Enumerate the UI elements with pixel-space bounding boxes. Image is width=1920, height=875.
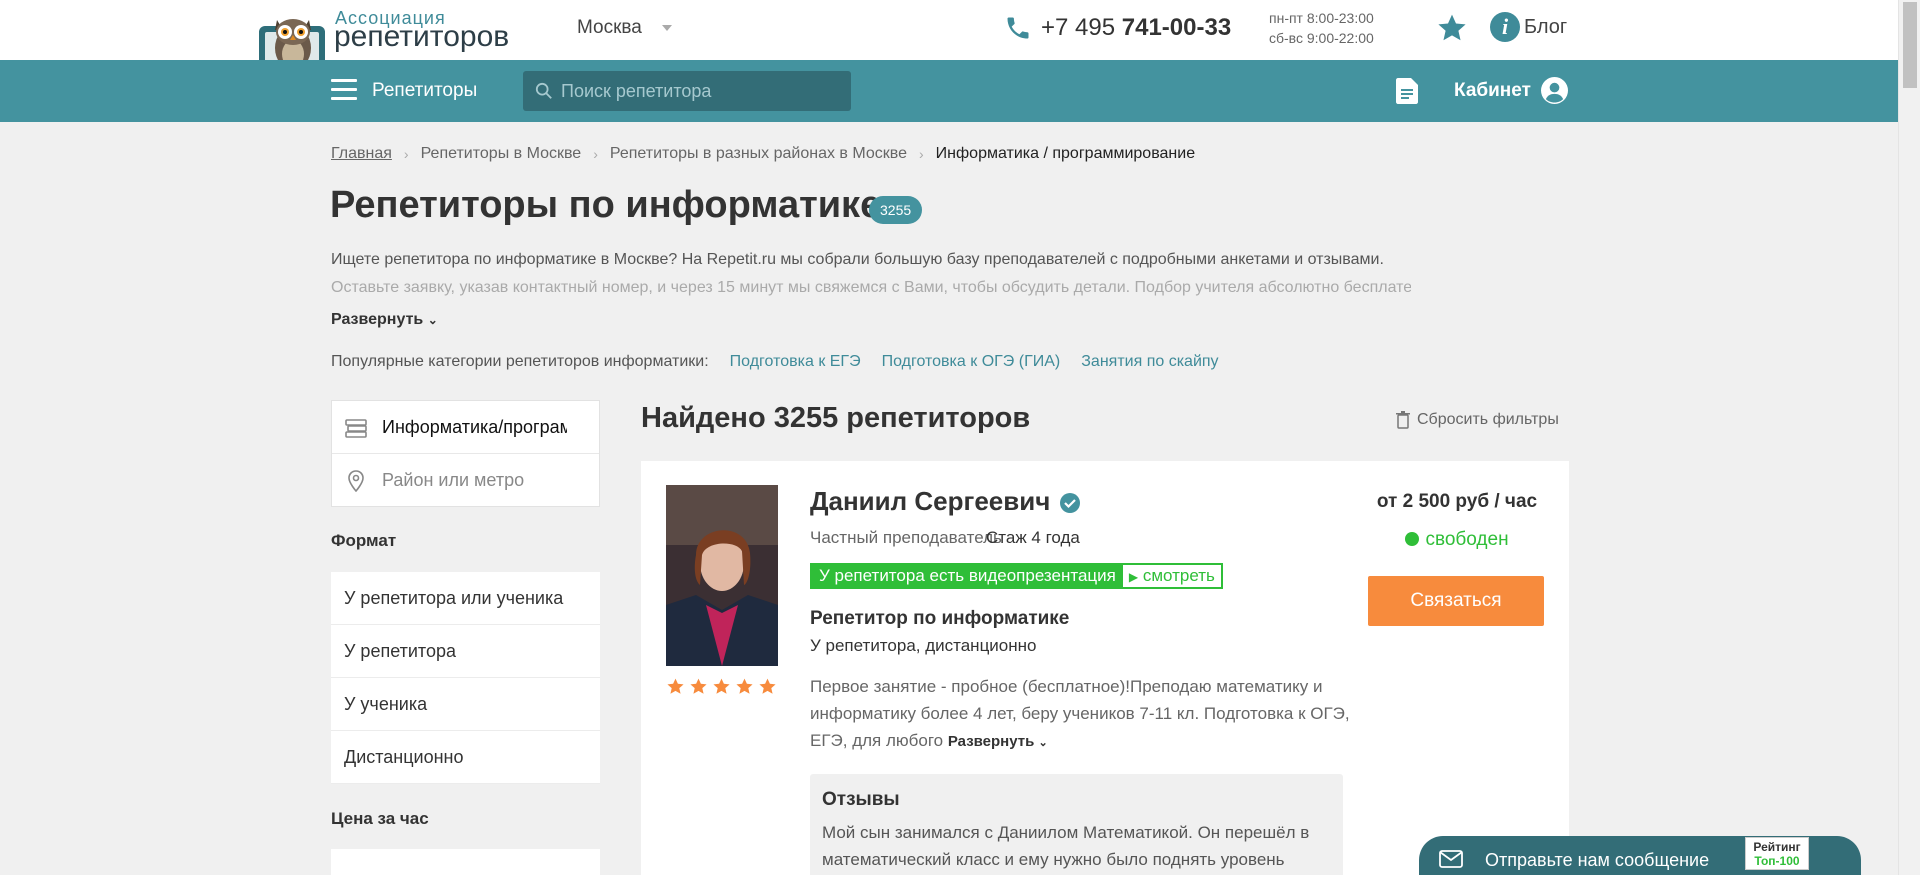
trash-icon [1396, 411, 1410, 429]
watch-video-link[interactable]: ▶ смотреть [1123, 565, 1221, 587]
envelope-icon [1439, 850, 1463, 868]
format-option[interactable]: Дистанционно [331, 731, 600, 784]
star-icon [713, 678, 730, 694]
cabinet-link[interactable]: Кабинет [1454, 80, 1531, 102]
availability-status: свободен [1367, 529, 1547, 551]
star-icon [667, 678, 684, 694]
main-nav: Репетиторы Кабинет [0, 60, 1898, 122]
popular-categories: Популярные категории репетиторов информа… [331, 353, 1219, 371]
scrollbar-thumb[interactable] [1903, 2, 1917, 88]
working-hours: пн-пт 8:00-23:00 сб-вс 9:00-22:00 [1269, 10, 1374, 46]
phone-number[interactable]: +7 495 741-00-33 [1041, 14, 1231, 42]
page-scrollbar[interactable] [1898, 0, 1920, 875]
play-icon: ▶ [1128, 570, 1139, 584]
popular-link-ege[interactable]: Подготовка к ЕГЭ [730, 353, 861, 371]
tutors-menu-link[interactable]: Репетиторы [372, 80, 477, 102]
format-heading: Формат [331, 531, 397, 550]
send-message-label: Отправьте нам сообщение [1485, 850, 1710, 870]
search-input[interactable] [561, 71, 841, 111]
location-filter[interactable]: Район или метро [332, 454, 599, 507]
top-header: Ассоциация репетиторов Москва +7 495 741… [0, 0, 1898, 93]
video-presentation-badge[interactable]: У репетитора есть видеопрезентация ▶ смо… [810, 563, 1223, 589]
document-icon[interactable] [1396, 78, 1418, 104]
tutor-type: Частный преподаватель [810, 528, 1002, 547]
location-filter-placeholder: Район или метро [382, 470, 525, 490]
location-pin-icon [348, 470, 364, 492]
user-avatar-icon[interactable] [1541, 77, 1568, 104]
format-option[interactable]: У ученика [331, 678, 600, 731]
intro-text-faded: Оставьте заявку, указав контактный номер… [331, 279, 1411, 296]
tutor-experience: Стаж 4 года [986, 528, 1080, 547]
breadcrumb-current: Информатика / программирование [935, 145, 1196, 162]
subject-filter-value: Информатика/программирование [382, 417, 567, 437]
subject-filter[interactable]: Информатика/программирование [332, 401, 599, 454]
tutor-photo[interactable] [666, 485, 778, 666]
info-icon[interactable]: i [1490, 12, 1520, 42]
status-dot-icon [1405, 532, 1420, 546]
star-icon [690, 678, 707, 694]
tutor-count-badge: 3255 [869, 196, 923, 224]
favorites-star-icon[interactable] [1436, 12, 1468, 44]
reviews-block: Отзывы Мой сын занимался с Даниилом Мате… [810, 774, 1343, 875]
chevron-down-icon[interactable] [662, 25, 672, 31]
star-icon [759, 678, 776, 694]
search-box[interactable] [523, 71, 851, 111]
chevron-right-icon: › [403, 146, 409, 162]
popular-link-skype[interactable]: Занятия по скайпу [1081, 353, 1218, 371]
city-selector[interactable]: Москва [577, 17, 642, 39]
search-icon [535, 82, 552, 99]
expand-intro-button[interactable]: Развернуть ⌄ [331, 311, 438, 329]
verified-badge-icon [1060, 493, 1080, 513]
format-option[interactable]: У репетитора или ученика [331, 572, 600, 625]
breadcrumb-home[interactable]: Главная [331, 145, 392, 163]
chevron-down-icon: ⌄ [1038, 737, 1048, 749]
expand-description-button[interactable]: Развернуть ⌄ [948, 733, 1048, 750]
tutor-subject: Репетитор по информатике [810, 608, 1070, 629]
logo-text-line2: репетиторов [334, 20, 510, 53]
breadcrumb-moscow[interactable]: Репетиторы в Москве [421, 145, 582, 163]
results-count: Найдено 3255 репетиторов [641, 402, 1031, 434]
tutor-price: от 2 500 руб / час [1376, 491, 1538, 512]
contact-button[interactable]: Связаться [1368, 576, 1544, 626]
tutor-name[interactable]: Даниил Сергеевич [810, 486, 1050, 517]
format-options: У репетитора или ученика У репетитора У … [331, 572, 600, 784]
blog-link[interactable]: Блог [1524, 16, 1567, 39]
reviews-heading: Отзывы [822, 789, 900, 810]
tutor-card: Даниил Сергеевич Частный преподаватель С… [641, 461, 1569, 875]
popular-link-oge[interactable]: Подготовка к ОГЭ (ГИА) [882, 353, 1061, 371]
review-text: Мой сын занимался с Даниилом Математикой… [822, 823, 1310, 869]
format-option[interactable]: У репетитора [331, 625, 600, 678]
price-heading: Цена за час [331, 809, 429, 828]
breadcrumb: Главная › Репетиторы в Москве › Репетито… [331, 145, 1195, 163]
phone-icon [1007, 17, 1029, 39]
rating-top100-badge[interactable]: Рейтинг Топ-100 [1745, 837, 1809, 870]
tutor-description: Первое занятие - пробное (бесплатное)!Пр… [810, 677, 1350, 750]
popular-categories-label: Популярные категории репетиторов информа… [331, 353, 709, 370]
star-icon [736, 678, 753, 694]
chevron-right-icon: › [593, 146, 598, 162]
chevron-down-icon: ⌄ [427, 313, 438, 327]
books-icon [345, 419, 367, 438]
intro-text: Ищете репетитора по информатике в Москве… [331, 251, 1384, 268]
filter-search-card: Информатика/программирование Район или м… [331, 400, 600, 507]
tutor-lesson-place: У репетитора, дистанционно [810, 636, 1037, 655]
chevron-right-icon: › [919, 146, 924, 162]
video-presentation-label: У репетитора есть видеопрезентация [812, 565, 1123, 587]
menu-icon[interactable] [331, 79, 357, 101]
breadcrumb-districts[interactable]: Репетиторы в разных районах в Москве [610, 145, 907, 163]
page-title: Репетиторы по информатике [330, 184, 882, 226]
reset-filters-button[interactable]: Сбросить фильтры [1396, 411, 1559, 429]
price-filter[interactable] [331, 849, 600, 875]
rating-stars [666, 677, 777, 696]
